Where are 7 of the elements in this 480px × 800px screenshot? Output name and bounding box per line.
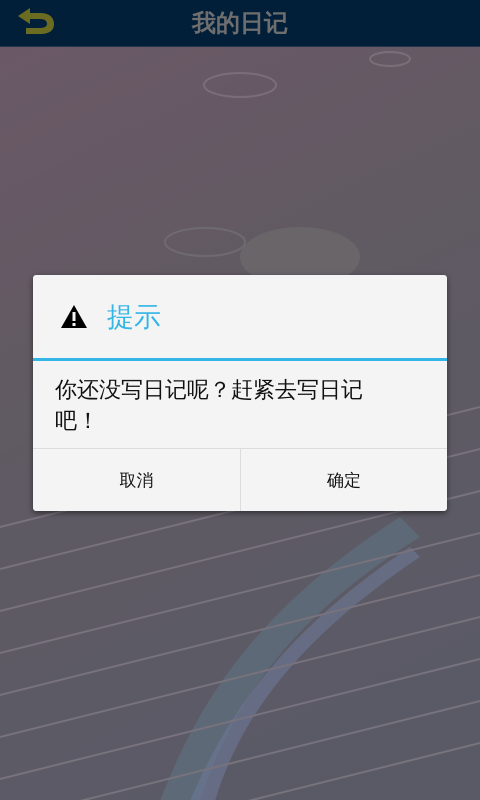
dialog-message: 你还没写日记呢？赶紧去写日记吧！ — [55, 378, 363, 434]
back-arrow-icon — [16, 7, 56, 35]
dialog-button[interactable]: 确定 — [240, 449, 447, 511]
warning-icon — [61, 305, 87, 328]
dialog-title: 提示 — [107, 300, 161, 334]
dialog-button[interactable]: 取消 — [33, 449, 240, 511]
screen-title: 我的日记 — [192, 8, 288, 39]
